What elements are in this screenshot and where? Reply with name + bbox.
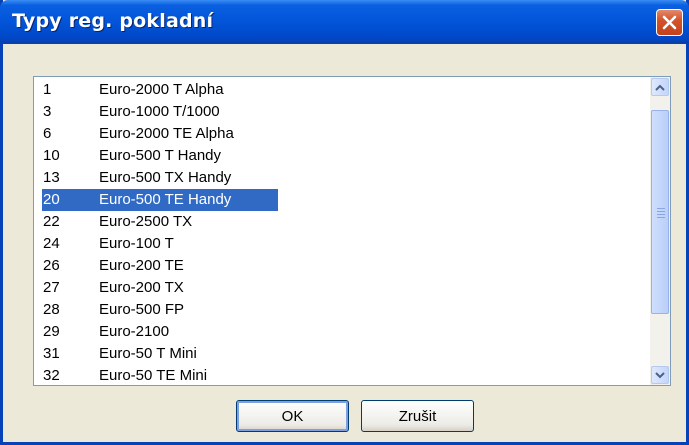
item-code: 10 xyxy=(43,147,60,164)
list-item[interactable]: 22 Euro-2500 TX xyxy=(42,211,642,233)
item-name: Euro-2000 TE Alpha xyxy=(99,125,234,142)
scroll-up-button[interactable] xyxy=(651,78,669,96)
item-name: Euro-500 TX Handy xyxy=(99,169,232,186)
scroll-down-button[interactable] xyxy=(651,366,669,384)
item-code: 6 xyxy=(43,125,52,142)
list-item[interactable]: 28 Euro-500 FP xyxy=(42,299,642,321)
chevron-down-icon xyxy=(655,371,665,378)
item-code: 29 xyxy=(43,323,60,340)
list-item[interactable]: 26 Euro-200 TE xyxy=(42,255,642,277)
item-name: Euro-500 T Handy xyxy=(99,147,222,164)
list-item[interactable]: 3 Euro-1000 T/1000 xyxy=(42,101,642,123)
item-code: 31 xyxy=(43,345,60,362)
item-name: Euro-200 TE xyxy=(99,257,184,274)
list-item[interactable]: 27 Euro-200 TX xyxy=(42,277,642,299)
close-icon xyxy=(662,15,677,30)
scroll-thumb[interactable] xyxy=(651,110,669,314)
item-name: Euro-2100 xyxy=(99,323,170,340)
item-code: 1 xyxy=(43,81,52,98)
item-name: Euro-1000 T/1000 xyxy=(99,103,220,120)
item-code: 22 xyxy=(43,213,60,230)
list-item[interactable]: 20 Euro-500 TE Handy xyxy=(42,189,642,211)
chevron-up-icon xyxy=(655,84,665,91)
list-item[interactable]: 13 Euro-500 TX Handy xyxy=(42,167,642,189)
close-button[interactable] xyxy=(656,9,683,36)
title-bar[interactable]: Typy reg. pokladní xyxy=(0,0,689,44)
item-name: Euro-200 TX xyxy=(99,279,184,296)
item-name: Euro-500 TE Handy xyxy=(99,191,232,208)
list-item[interactable]: 10 Euro-500 T Handy xyxy=(42,145,642,167)
list-item[interactable]: 29 Euro-2100 xyxy=(42,321,642,343)
item-name: Euro-2000 T Alpha xyxy=(99,81,224,98)
ok-button[interactable]: OK xyxy=(236,400,349,432)
list-item[interactable]: 32 Euro-50 TE Mini xyxy=(42,365,642,385)
item-code: 24 xyxy=(43,235,60,252)
item-code: 26 xyxy=(43,257,60,274)
item-code: 20 xyxy=(43,191,60,208)
list-rows: 1 Euro-2000 T Alpha 3 Euro-1000 T/1000 6 Euro… xyxy=(42,79,642,385)
item-name: Euro-2500 TX xyxy=(99,213,193,230)
item-name: Euro-500 FP xyxy=(99,301,185,318)
item-code: 28 xyxy=(43,301,60,318)
item-code: 27 xyxy=(43,279,60,296)
item-code: 3 xyxy=(43,103,52,120)
item-name: Euro-50 T Mini xyxy=(99,345,197,362)
vertical-scrollbar[interactable] xyxy=(650,77,670,385)
list-item[interactable]: 31 Euro-50 T Mini xyxy=(42,343,642,365)
item-name: Euro-100 T xyxy=(99,235,174,252)
list-item[interactable]: 1 Euro-2000 T Alpha xyxy=(42,79,642,101)
item-code: 13 xyxy=(43,169,60,186)
window-title: Typy reg. pokladní xyxy=(12,10,214,32)
dialog-window: Typy reg. pokladní 1 Euro-2000 T Alpha 3 Eu… xyxy=(0,0,689,445)
list-item[interactable]: 6 Euro-2000 TE Alpha xyxy=(42,123,642,145)
list-item[interactable]: 24 Euro-100 T xyxy=(42,233,642,255)
grip-icon xyxy=(657,208,665,220)
item-name: Euro-50 TE Mini xyxy=(99,367,208,384)
item-code: 32 xyxy=(43,367,60,384)
register-types-list[interactable]: 1 Euro-2000 T Alpha 3 Euro-1000 T/1000 6 Euro… xyxy=(33,76,671,386)
cancel-button[interactable]: Zrušit xyxy=(361,400,474,432)
